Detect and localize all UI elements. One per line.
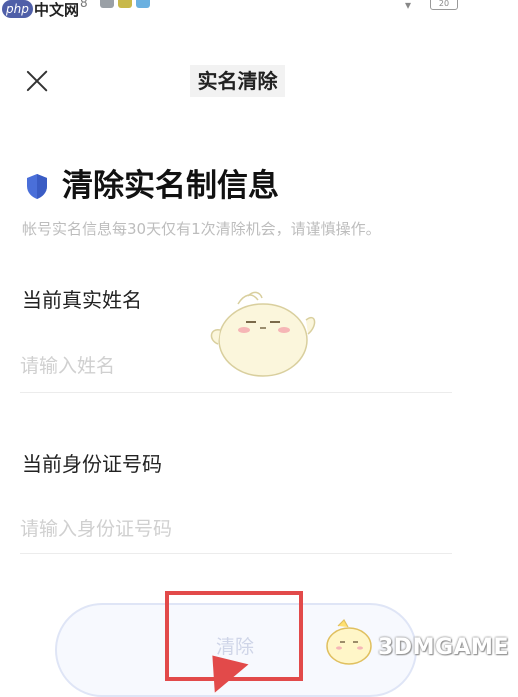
divider [20,553,452,554]
app-icon [100,0,114,8]
app-icon [118,0,132,8]
close-button[interactable] [22,66,52,96]
php-logo: php [2,0,33,18]
section-heading: 清除实名制信息 [62,168,279,204]
watermark-mascot-icon [326,619,372,665]
divider [20,392,452,393]
app-icon [136,0,150,8]
shield-icon [27,174,47,199]
watermark-text: 3DMGAME [378,635,509,660]
id-number-input[interactable] [20,509,452,549]
battery-icon: 20 [430,0,458,10]
name-field-label: 当前真实姓名 [22,288,142,312]
status-number: 8 [80,0,88,10]
notification-icons [100,0,150,8]
notice-text: 帐号实名信息每30天仅有1次清除机会，请谨慎操作。 [22,220,381,238]
wifi-icon: ▾ [405,0,412,12]
status-bar: php 中文网 8 ▾ 20 [0,0,518,20]
site-name: 中文网 [34,1,80,19]
mascot-icon [210,291,316,377]
id-field-label: 当前身份证号码 [22,452,162,476]
page-title: 实名清除 [190,65,285,97]
